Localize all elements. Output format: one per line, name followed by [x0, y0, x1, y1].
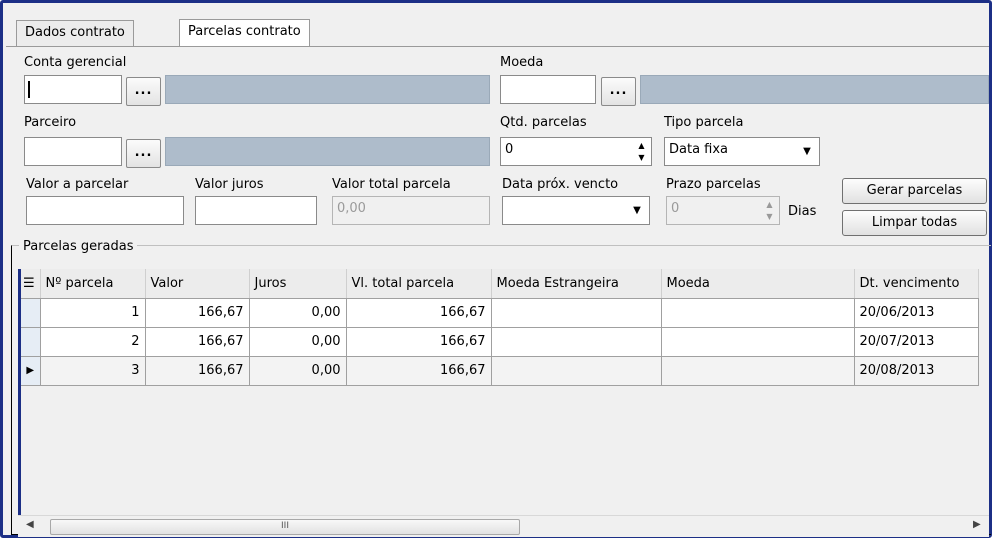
moeda-description — [640, 75, 989, 104]
tipo-parcela-label: Tipo parcela — [664, 115, 744, 130]
qtd-parcelas-value: 0 — [505, 142, 514, 157]
parceiro-description — [165, 137, 490, 166]
prazo-parcelas-label: Prazo parcelas — [666, 177, 761, 192]
cell-valor: 166,67 — [145, 356, 250, 386]
tipo-parcela-value: Data fixa — [669, 142, 729, 157]
cell-total: 166,67 — [346, 327, 492, 357]
valor-total-parcela-value: 0,00 — [337, 201, 366, 216]
table-row[interactable]: ▶ 3 166,67 0,00 166,67 20/08/2013 — [21, 356, 979, 386]
spin-down-icon[interactable]: ▼ — [633, 151, 650, 164]
prazo-parcelas-unit: Dias — [788, 204, 817, 219]
cell-vencimento: 20/07/2013 — [854, 327, 979, 357]
cell-juros: 0,00 — [249, 327, 347, 357]
scroll-left-icon[interactable]: ◀ — [26, 519, 34, 530]
cell-moeda-estrangeira — [491, 327, 662, 357]
cell-vencimento: 20/06/2013 — [854, 298, 979, 328]
column-header[interactable]: Moeda Estrangeira — [491, 269, 662, 299]
cell-valor: 166,67 — [145, 327, 250, 357]
cell-valor: 166,67 — [145, 298, 250, 328]
column-header[interactable]: Valor — [145, 269, 250, 299]
cell-n: 2 — [40, 327, 146, 357]
cell-juros: 0,00 — [249, 356, 347, 386]
conta-gerencial-label: Conta gerencial — [24, 55, 127, 70]
moeda-browse-button[interactable]: ... — [601, 77, 636, 106]
scrollbar-thumb[interactable]: III — [50, 519, 520, 535]
chevron-down-icon[interactable]: ▼ — [627, 199, 647, 222]
limpar-todas-button[interactable]: Limpar todas — [842, 210, 987, 236]
cell-moeda-estrangeira — [491, 298, 662, 328]
cell-total: 166,67 — [346, 298, 492, 328]
tab-parcelas-contrato[interactable]: Parcelas contrato — [179, 19, 310, 46]
parceiro-browse-button[interactable]: ... — [126, 139, 161, 168]
table-header: ☰ Nº parcela Valor Juros Vl. total parce… — [21, 269, 979, 299]
parceiro-label: Parceiro — [24, 115, 77, 130]
qtd-parcelas-stepper[interactable]: 0 ▲ ▼ — [500, 137, 652, 166]
spin-down-icon: ▼ — [766, 212, 773, 221]
column-chooser-icon[interactable]: ☰ — [21, 269, 41, 299]
column-header[interactable]: Dt. vencimento — [854, 269, 979, 299]
tab-baseline — [6, 46, 989, 47]
valor-total-parcela-input: 0,00 — [332, 196, 490, 225]
cell-moeda — [661, 298, 855, 328]
column-header[interactable]: Juros — [249, 269, 347, 299]
moeda-label: Moeda — [500, 55, 544, 70]
gerar-parcelas-button[interactable]: Gerar parcelas — [842, 178, 987, 204]
column-header[interactable]: Moeda — [661, 269, 855, 299]
valor-total-parcela-label: Valor total parcela — [332, 177, 451, 192]
cell-n: 1 — [40, 298, 146, 328]
parcelas-grid[interactable]: ☰ Nº parcela Valor Juros Vl. total parce… — [18, 269, 989, 537]
cell-moeda — [661, 327, 855, 357]
row-pointer-icon[interactable]: ▶ — [21, 356, 41, 386]
tipo-parcela-select[interactable]: Data fixa ▼ — [664, 137, 820, 166]
cell-juros: 0,00 — [249, 298, 347, 328]
valor-juros-label: Valor juros — [195, 177, 264, 192]
cell-moeda — [661, 356, 855, 386]
conta-gerencial-description — [165, 75, 490, 104]
column-header[interactable]: Nº parcela — [40, 269, 146, 299]
parcelas-table: ☰ Nº parcela Valor Juros Vl. total parce… — [21, 269, 979, 386]
valor-a-parcelar-input[interactable] — [26, 196, 184, 225]
cell-total: 166,67 — [346, 356, 492, 386]
tab-strip: Dados contrato Parcelas contrato — [6, 6, 989, 47]
moeda-input[interactable] — [500, 75, 596, 104]
qtd-parcelas-label: Qtd. parcelas — [500, 115, 587, 130]
cell-moeda-estrangeira — [491, 356, 662, 386]
scroll-right-icon[interactable]: ▶ — [973, 519, 981, 530]
cell-vencimento: 20/08/2013 — [854, 356, 979, 386]
prazo-parcelas-stepper: 0 ▲ ▼ — [666, 196, 780, 225]
parceiro-input[interactable] — [24, 137, 122, 166]
data-prox-vencto-picker[interactable]: ▼ — [502, 196, 650, 225]
tab-dados-contrato[interactable]: Dados contrato — [16, 20, 134, 46]
horizontal-scrollbar[interactable]: ◀ III ▶ — [18, 515, 989, 537]
valor-a-parcelar-label: Valor a parcelar — [26, 177, 129, 192]
tab-label: Parcelas contrato — [188, 24, 301, 39]
conta-gerencial-browse-button[interactable]: ... — [126, 77, 161, 106]
conta-gerencial-input[interactable] — [24, 75, 122, 104]
valor-juros-input[interactable] — [195, 196, 317, 225]
column-header[interactable]: Vl. total parcela — [346, 269, 492, 299]
cell-n: 3 — [40, 356, 146, 386]
row-indicator[interactable] — [21, 327, 41, 357]
table-row[interactable]: 2 166,67 0,00 166,67 20/07/2013 — [21, 327, 979, 357]
tab-label: Dados contrato — [25, 25, 125, 40]
row-indicator[interactable] — [21, 298, 41, 328]
thumb-grip: III — [281, 521, 289, 531]
data-prox-vencto-label: Data próx. vencto — [502, 177, 619, 192]
chevron-down-icon[interactable]: ▼ — [797, 140, 817, 163]
window-frame: Dados contrato Parcelas contrato Conta g… — [0, 0, 992, 538]
prazo-parcelas-value: 0 — [671, 201, 680, 216]
table-row[interactable]: 1 166,67 0,00 166,67 20/06/2013 — [21, 298, 979, 328]
group-title: Parcelas geradas — [19, 239, 138, 254]
text-cursor — [28, 81, 30, 98]
